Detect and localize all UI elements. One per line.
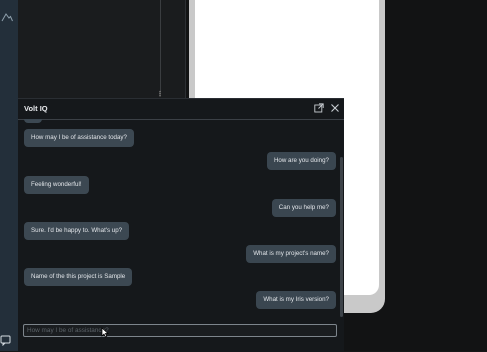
chat-feedback-icon[interactable] [0,335,11,346]
chat-title: Volt IQ [24,104,48,113]
bot-message: Name of the this project is Sample [24,268,133,286]
left-activity-rail [0,0,18,351]
mouse-cursor-icon [101,327,109,338]
bot-message: How may I be of assistance today? [24,129,134,147]
bot-message: Feeling wonderful! [24,176,89,194]
chat-message-input[interactable] [23,324,337,337]
chat-panel: Volt IQ How may I be of assistance today… [18,98,344,352]
chat-scrollbar[interactable] [340,157,343,317]
mountain-icon[interactable] [1,12,13,22]
chat-header-divider [18,119,344,120]
user-message: What is my project's name? [246,245,336,263]
close-icon[interactable] [330,103,340,113]
user-message: How are you doing? [266,152,336,170]
open-external-icon[interactable] [314,103,324,113]
user-message: Can you help me? [271,199,336,217]
user-message: What is my Iris version? [256,291,336,309]
partial-message-bubble [24,119,42,123]
chat-header: Volt IQ [18,99,344,119]
editor-guide-line [160,0,161,92]
bot-message: Sure. I'd be happy to. What's up? [24,222,130,240]
